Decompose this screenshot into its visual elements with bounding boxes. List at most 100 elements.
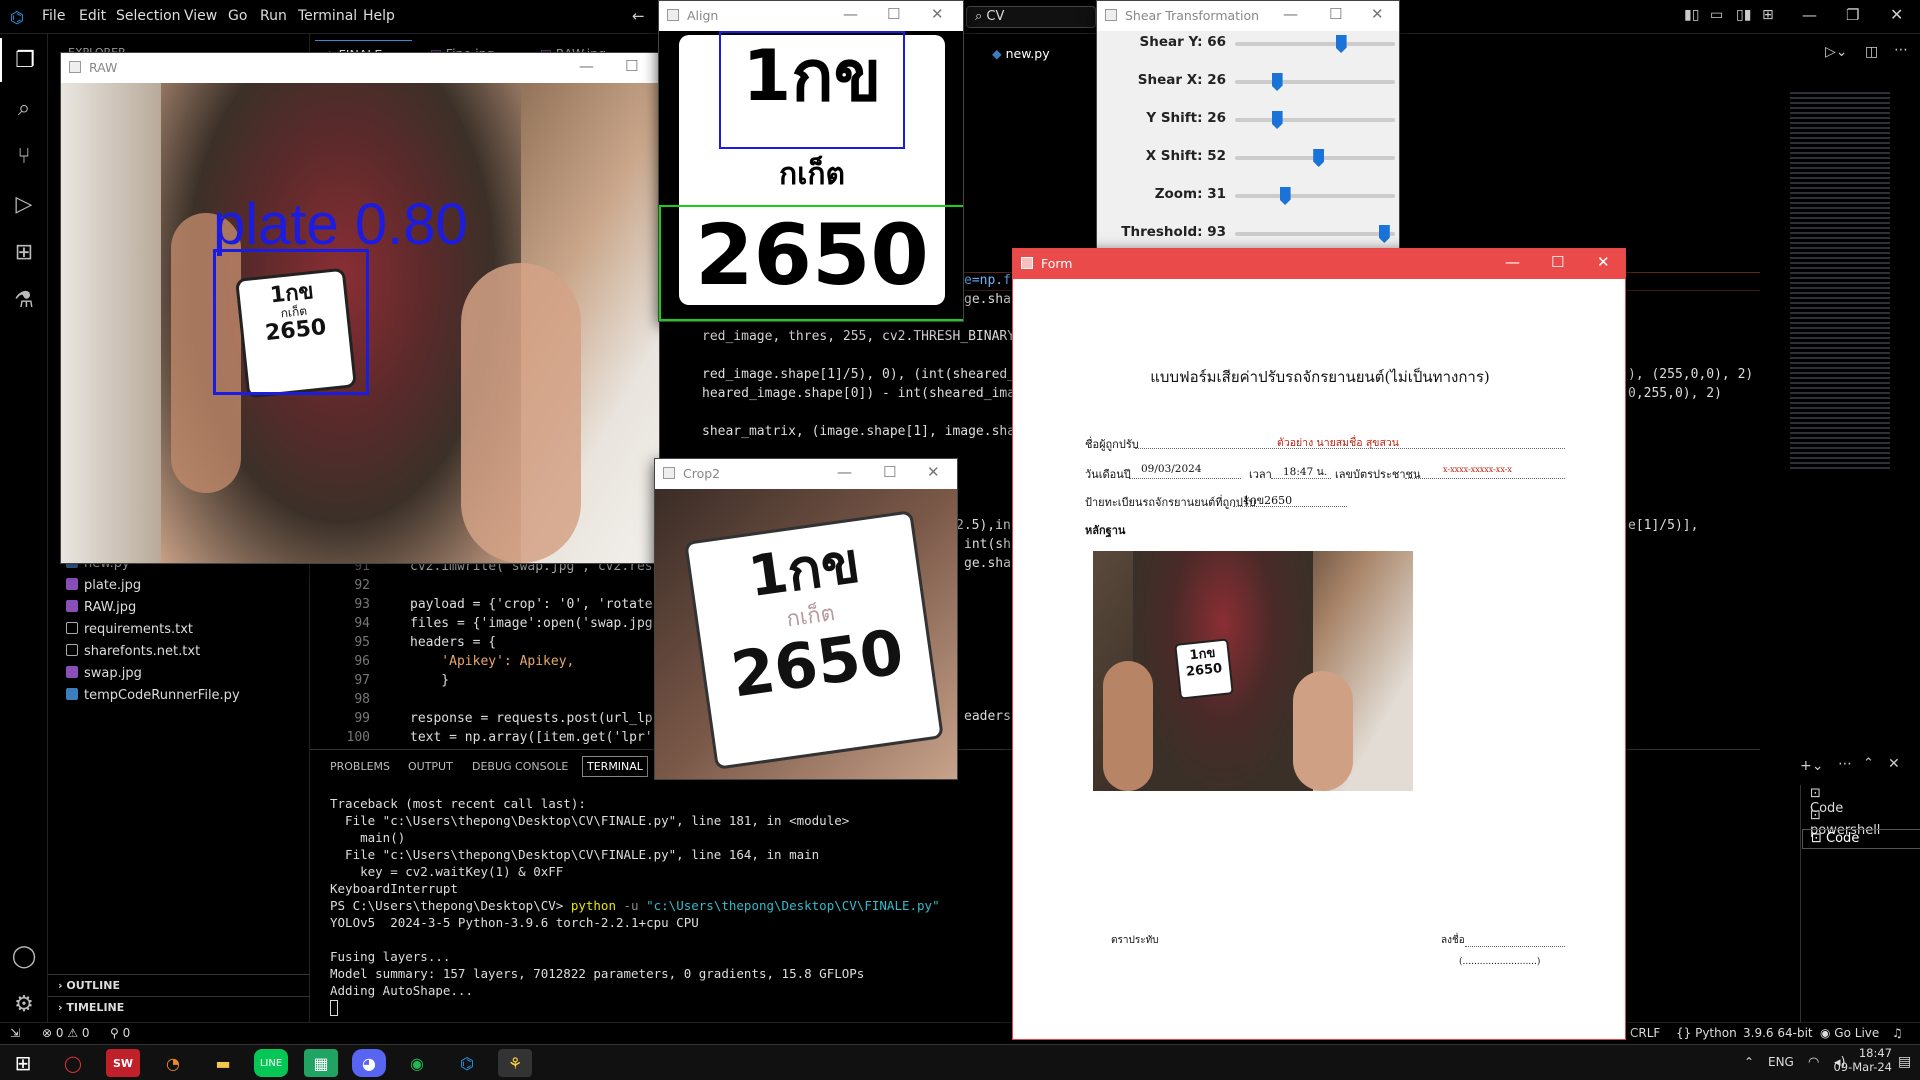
menu-terminal[interactable]: Terminal xyxy=(298,8,357,24)
slider-thumb[interactable] xyxy=(1313,149,1325,167)
file-item[interactable]: RAW.jpg xyxy=(66,600,136,615)
extensions-icon[interactable]: ⊞ xyxy=(0,230,48,274)
shear-titlebar[interactable]: Shear Transformation — ☐ ✕ xyxy=(1097,1,1399,31)
outline-section[interactable]: › OUTLINE xyxy=(48,974,310,996)
close-icon[interactable]: ✕ xyxy=(1890,5,1903,24)
minimap[interactable] xyxy=(1790,92,1890,472)
layout-secondary-icon[interactable]: ▯▮ xyxy=(1736,7,1751,23)
tab-output[interactable]: OUTPUT xyxy=(408,760,453,773)
code-fragment[interactable]: ge.sha xyxy=(964,292,1011,307)
minimize-icon[interactable]: — xyxy=(1283,5,1298,23)
vscode-taskbar-icon[interactable]: ⌬ xyxy=(450,1049,484,1077)
ports-status[interactable]: ⚲ 0 xyxy=(110,1026,130,1040)
maximize-icon[interactable]: ☐ xyxy=(1329,5,1342,23)
maximize-icon[interactable]: ☐ xyxy=(883,463,896,481)
code-line[interactable]: text = np.array([item.get('lpr') xyxy=(410,730,660,745)
file-item[interactable]: sharefonts.net.txt xyxy=(66,644,200,659)
run-debug-icon[interactable]: ▷ xyxy=(0,182,48,226)
notifications-bell-icon[interactable]: ♫ xyxy=(1892,1026,1903,1040)
problems-status[interactable]: ⊗ 0 ⚠ 0 xyxy=(42,1026,90,1040)
code-line[interactable]: files = {'image':open('swap.jpg' xyxy=(410,616,660,631)
layout-panel-icon[interactable]: ▭ xyxy=(1710,7,1723,23)
code-fragment[interactable]: ), (255,0,0), 2) xyxy=(1628,367,1753,382)
code-fragment[interactable]: shear_matrix, (image.shape[1], image.sha xyxy=(702,424,1015,439)
slider-track[interactable] xyxy=(1235,80,1395,84)
menu-view[interactable]: View xyxy=(184,8,217,24)
file-item[interactable]: tempCodeRunnerFile.py xyxy=(66,688,240,703)
slider-thumb[interactable] xyxy=(1271,73,1283,91)
go-live-status[interactable]: ◉ Go Live xyxy=(1820,1026,1879,1040)
blender-icon[interactable]: ◔ xyxy=(156,1049,190,1077)
discord-icon[interactable]: ◕ xyxy=(352,1049,386,1077)
code-fragment[interactable]: eaders xyxy=(964,709,1011,724)
close-icon[interactable]: ✕ xyxy=(1597,253,1610,271)
tray-chevron-icon[interactable]: ⌃ xyxy=(1744,1055,1754,1069)
code-fragment[interactable]: red_image, thres, 255, cv2.THRESH_BINARY… xyxy=(702,329,1023,344)
minimize-icon[interactable]: — xyxy=(837,463,852,481)
more-actions-icon[interactable]: ⋯ xyxy=(1894,42,1908,58)
align-window[interactable]: Align — ☐ ✕ 1กข กเก็ต 2650 xyxy=(658,0,964,322)
menu-edit[interactable]: Edit xyxy=(79,8,106,24)
align-titlebar[interactable]: Align — ☐ ✕ xyxy=(659,1,963,31)
line-app-icon[interactable]: LINE xyxy=(254,1049,288,1077)
menu-run[interactable]: Run xyxy=(260,8,287,24)
slider-thumb[interactable] xyxy=(1335,35,1347,53)
source-control-icon[interactable]: ⑂ xyxy=(0,134,48,178)
form-window[interactable]: Form — ☐ ✕ แบบฟอร์มเสียค่าปรับรถจักรยานย… xyxy=(1012,248,1626,1040)
command-center-search[interactable]: ⌕ CV xyxy=(966,6,1096,28)
slider-shear-y[interactable]: Shear Y: 66 xyxy=(1097,33,1399,63)
menu-help[interactable]: Help xyxy=(363,8,395,24)
close-panel-icon[interactable]: ✕ xyxy=(1888,756,1900,772)
raw-titlebar[interactable]: RAW — ☐ xyxy=(61,53,659,83)
code-fragment[interactable]: red_image.shape[1]/5), 0), (int(sheared_ xyxy=(702,367,1015,382)
shear-window[interactable]: Shear Transformation — ☐ ✕ Shear Y: 66 S… xyxy=(1096,0,1400,250)
tab-problems[interactable]: PROBLEMS xyxy=(330,760,390,773)
timeline-section[interactable]: › TIMELINE xyxy=(48,996,310,1018)
slider-x-shift[interactable]: X Shift: 52 xyxy=(1097,147,1399,177)
code-line[interactable]: 'Apikey': Apikey, xyxy=(410,654,574,669)
split-editor-icon[interactable]: ◫ xyxy=(1865,44,1878,60)
slider-threshold[interactable]: Threshold: 93 xyxy=(1097,223,1399,249)
slider-track[interactable] xyxy=(1235,194,1395,198)
minimize-icon[interactable]: — xyxy=(1802,6,1817,24)
minimize-icon[interactable]: — xyxy=(1505,253,1520,271)
testing-icon[interactable]: ⚗ xyxy=(0,278,48,322)
tab-debug-console[interactable]: DEBUG CONSOLE xyxy=(472,760,568,773)
crop2-titlebar[interactable]: Crop2 — ☐ ✕ xyxy=(655,459,957,489)
terminal-instance-active[interactable]: ⊡ Code xyxy=(1802,829,1920,849)
close-icon[interactable]: ✕ xyxy=(1371,5,1384,23)
file-item[interactable]: plate.jpg xyxy=(66,578,141,593)
code-line[interactable]: headers = { xyxy=(410,635,496,650)
code-fragment[interactable]: e=np.f xyxy=(964,273,1011,288)
code-line[interactable]: payload = {'crop': '0', 'rotate' xyxy=(410,597,660,612)
code-fragment[interactable]: e[1]/5)], xyxy=(1628,518,1698,533)
search-icon[interactable]: ⌕ xyxy=(0,86,48,130)
language-indicator[interactable]: ENG xyxy=(1768,1055,1794,1069)
account-icon[interactable]: ◯ xyxy=(0,934,48,978)
crop2-window[interactable]: Crop2 — ☐ ✕ 1กข กเก็ต 2650 xyxy=(654,458,958,780)
file-item[interactable]: requirements.txt xyxy=(66,622,193,637)
opera-icon[interactable]: ◯ xyxy=(56,1049,90,1077)
code-fragment[interactable]: ge.sha xyxy=(964,556,1011,571)
new-terminal-icon[interactable]: +⌄ xyxy=(1800,758,1823,774)
code-line[interactable]: response = requests.post(url_lpr xyxy=(410,711,660,726)
minimize-icon[interactable]: — xyxy=(843,5,858,23)
menu-go[interactable]: Go xyxy=(228,8,247,24)
back-arrow-icon[interactable]: ← xyxy=(632,7,645,25)
slider-track[interactable] xyxy=(1235,42,1395,46)
settings-gear-icon[interactable]: ⚙ xyxy=(0,982,48,1026)
file-explorer-icon[interactable]: ▬ xyxy=(206,1049,240,1077)
restore-icon[interactable]: ❐ xyxy=(1846,6,1859,24)
language-status[interactable]: {} Python xyxy=(1676,1026,1737,1040)
sheets-icon[interactable]: ▦ xyxy=(304,1049,338,1077)
remote-icon[interactable]: ⇲ xyxy=(10,1026,20,1040)
raw-window[interactable]: RAW — ☐ 1กข กเก็ต 2650 plate 0.80 xyxy=(60,52,660,564)
slider-track[interactable] xyxy=(1235,232,1395,236)
customize-layout-icon[interactable]: ⊞ xyxy=(1762,7,1774,23)
code-fragment[interactable]: 0,255,0), 2) xyxy=(1628,386,1722,401)
slider-track[interactable] xyxy=(1235,118,1395,122)
spotify-icon[interactable]: ◉ xyxy=(400,1049,434,1077)
layout-sidebar-icon[interactable]: ▮▯ xyxy=(1684,7,1699,23)
file-item[interactable]: swap.jpg xyxy=(66,666,142,681)
run-file-icon[interactable]: ▷⌄ xyxy=(1825,44,1848,60)
